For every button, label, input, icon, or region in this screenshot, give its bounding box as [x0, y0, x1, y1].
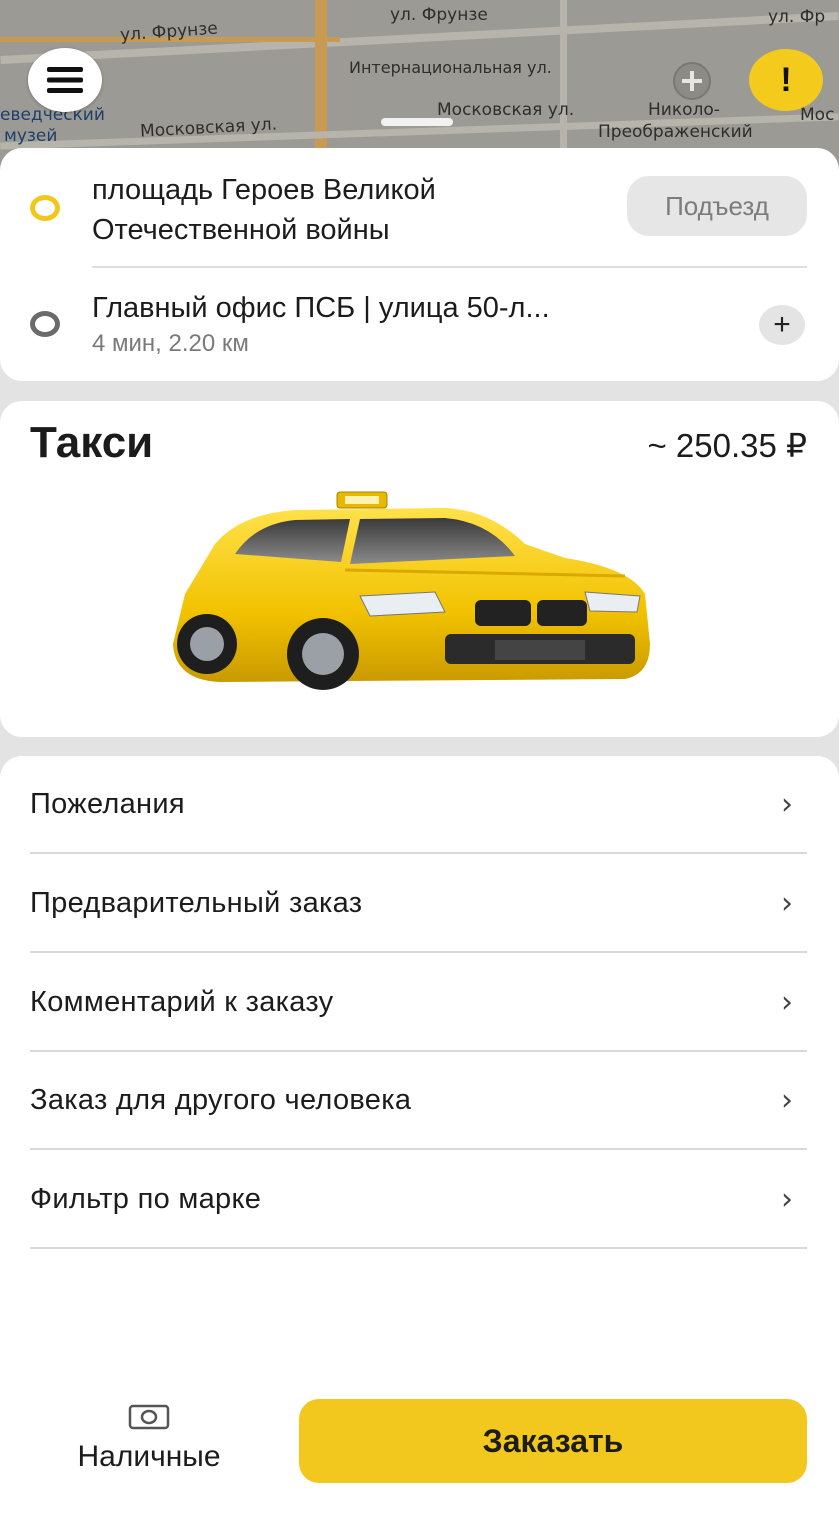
taxi-car-image [145, 484, 695, 706]
option-preorder[interactable]: Предварительный заказ › [30, 855, 807, 953]
payment-method-button[interactable]: Наличные [60, 1404, 238, 1482]
option-label: Фильтр по марке [30, 1182, 262, 1215]
route-divider [92, 266, 807, 268]
cash-icon [128, 1404, 170, 1430]
option-order-for-other[interactable]: Заказ для другого человека › [30, 1052, 807, 1150]
order-button[interactable]: Заказать [299, 1399, 807, 1483]
plus-icon: + [773, 308, 791, 341]
street-label: Мос [800, 105, 835, 125]
chevron-right-icon: › [781, 1181, 793, 1217]
street-label: ул. Фрунзе [390, 5, 488, 25]
chevron-right-icon: › [781, 984, 793, 1020]
option-brand-filter[interactable]: Фильтр по марке › [30, 1151, 807, 1249]
option-comment[interactable]: Комментарий к заказу › [30, 954, 807, 1052]
option-label: Комментарий к заказу [30, 985, 334, 1018]
pickup-address[interactable]: площадь Героев Великой Отечественной вой… [92, 170, 612, 250]
route-eta-distance: 4 мин, 2.20 км [92, 330, 249, 357]
tariff-price: ~ 250.35 ₽ [647, 427, 807, 464]
chevron-right-icon: › [781, 1082, 793, 1118]
menu-button[interactable] [28, 48, 102, 112]
alert-button[interactable]: ! [749, 49, 823, 111]
destination-address[interactable]: Главный офис ПСБ | улица 50-л... [92, 290, 692, 326]
chevron-right-icon: › [781, 885, 793, 921]
pickup-point-icon [30, 195, 60, 221]
option-label: Предварительный заказ [30, 886, 363, 919]
church-icon [673, 62, 711, 100]
option-label: Пожелания [30, 787, 185, 820]
add-stop-button[interactable]: + [759, 305, 805, 345]
exclamation-icon: ! [780, 60, 792, 99]
payment-method-label: Наличные [77, 1440, 221, 1473]
tariff-name: Такси [30, 418, 154, 467]
option-wishes[interactable]: Пожелания › [30, 756, 807, 854]
chevron-right-icon: › [781, 786, 793, 822]
sheet-grab-handle[interactable] [381, 118, 453, 126]
street-label: Преображенский [598, 122, 753, 142]
entrance-button[interactable]: Подъезд [627, 176, 807, 236]
destination-point-icon [30, 311, 60, 337]
street-label: Интернациональная ул. [349, 58, 552, 77]
street-label: музей [4, 126, 58, 146]
street-label: Московская ул. [437, 100, 575, 120]
hamburger-icon [47, 67, 83, 93]
street-label: Николо- [648, 100, 720, 120]
option-label: Заказ для другого человека [30, 1083, 412, 1116]
street-label: ул. Фр [768, 7, 826, 27]
